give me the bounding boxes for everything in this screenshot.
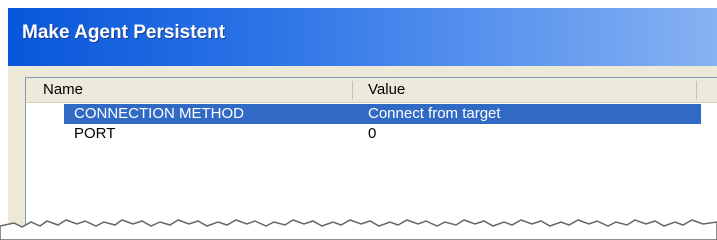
row-name-cell: PORT xyxy=(74,125,116,142)
column-header-name[interactable]: Name xyxy=(26,78,352,102)
torn-edge-decoration xyxy=(0,219,717,240)
title-bar[interactable]: Make Agent Persistent xyxy=(8,8,717,66)
row-value-cell[interactable]: 0 xyxy=(368,124,376,144)
list-header: Name Value xyxy=(26,78,717,103)
list-row-connection-method[interactable]: CONNECTION METHOD Connect from target xyxy=(26,104,717,124)
list-row-port[interactable]: PORT 0 xyxy=(26,124,717,144)
properties-list[interactable]: Name Value CONNECTION METHOD Connect fro… xyxy=(25,77,717,240)
row-name-cell: CONNECTION METHOD xyxy=(74,105,244,122)
make-agent-persistent-dialog: Make Agent Persistent Name Value CONNECT… xyxy=(8,8,717,240)
row-value-cell[interactable]: Connect from target xyxy=(368,104,501,124)
dialog-title: Make Agent Persistent xyxy=(22,22,226,43)
column-header-value[interactable]: Value xyxy=(352,78,697,102)
column-divider[interactable] xyxy=(696,81,697,99)
